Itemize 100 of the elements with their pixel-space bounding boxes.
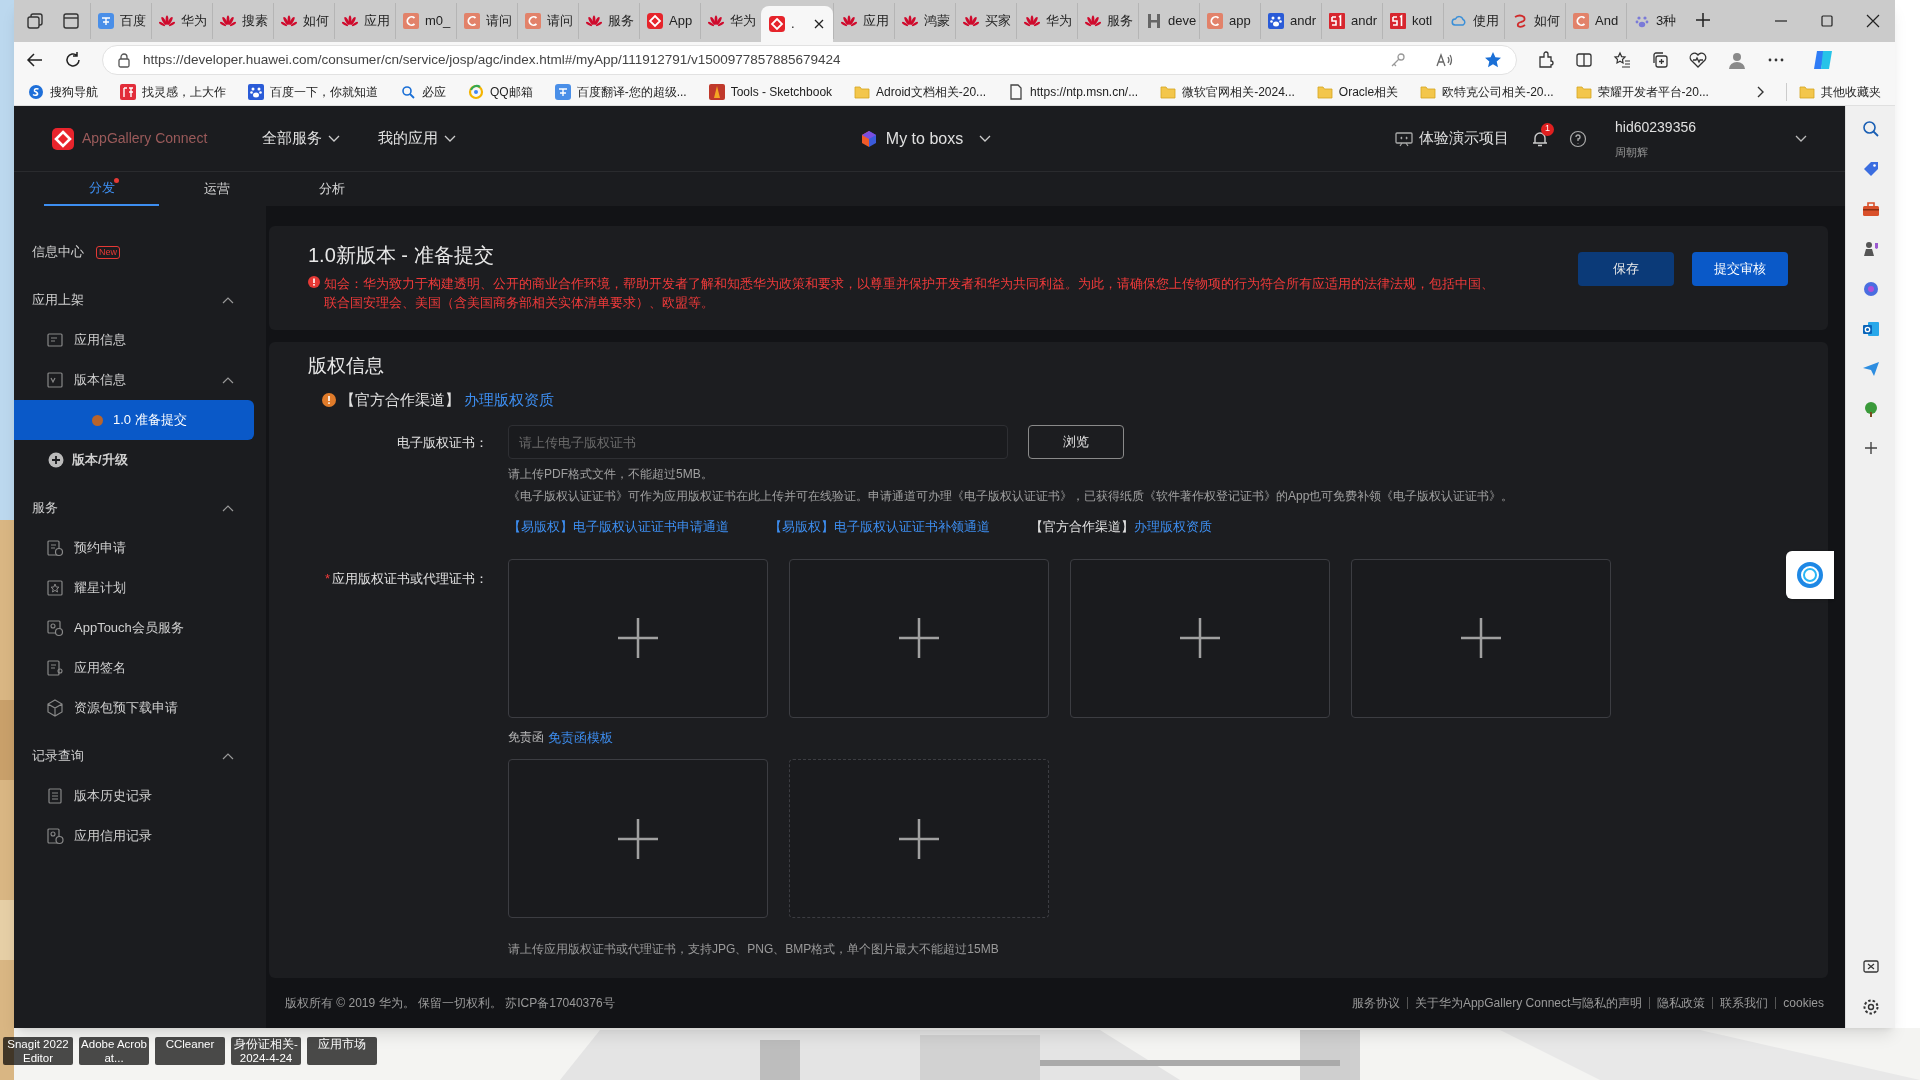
browser-tab[interactable]: andr bbox=[1260, 3, 1321, 39]
demo-project-button[interactable]: 体验演示项目 bbox=[1395, 127, 1509, 150]
browser-tab[interactable]: m0_ bbox=[395, 3, 456, 39]
browser-tab[interactable]: 请问 bbox=[517, 3, 578, 39]
chevron-up-icon[interactable] bbox=[222, 752, 234, 760]
save-button[interactable]: 保存 bbox=[1578, 252, 1674, 286]
outlook-icon[interactable] bbox=[1861, 320, 1880, 338]
browser-tab[interactable]: 鸿蒙 bbox=[894, 3, 955, 39]
desktop-icon-label[interactable]: Adobe Acrobat... bbox=[79, 1037, 149, 1065]
sidebar-item[interactable]: 应用签名 bbox=[14, 648, 254, 688]
add-icon[interactable] bbox=[1862, 440, 1879, 456]
send-icon[interactable] bbox=[1861, 360, 1880, 378]
browser-tab[interactable]: App bbox=[639, 3, 700, 39]
favorites-icon[interactable] bbox=[1613, 51, 1631, 69]
bookmark[interactable]: 百度一下，你就知道 bbox=[248, 82, 378, 101]
sidebar-item[interactable]: 信息中心 bbox=[32, 242, 84, 262]
browser-tab[interactable]: 华为 bbox=[1016, 3, 1077, 39]
channel-link[interactable]: 【易版权】电子版权认证证书补领通道 bbox=[769, 517, 990, 537]
bookmark[interactable]: 搜狗导航 bbox=[28, 82, 98, 101]
sidebar-item[interactable]: 版本信息 bbox=[74, 370, 126, 390]
footer-link[interactable]: 隐私政策 bbox=[1657, 994, 1706, 1012]
favorite-star-icon[interactable] bbox=[1484, 51, 1502, 69]
bookmark[interactable]: QQ邮箱 bbox=[468, 82, 533, 101]
extensions-icon[interactable] bbox=[1537, 51, 1555, 69]
chevron-right-icon[interactable] bbox=[1756, 85, 1764, 98]
sidebar-item[interactable]: AppTouch会员服务 bbox=[14, 608, 254, 648]
copilot-icon[interactable] bbox=[1811, 48, 1835, 72]
desktop-icon-label[interactable]: 应用市场 bbox=[307, 1037, 377, 1065]
sidebar-item[interactable]: 1.0 准备提交 bbox=[14, 400, 254, 440]
screenshot-icon[interactable] bbox=[1861, 958, 1880, 976]
qualification-link[interactable]: 办理版权资质 bbox=[464, 388, 554, 411]
bookmark[interactable]: https://ntp.msn.cn/... bbox=[1008, 82, 1139, 101]
menu-dropdown[interactable]: 我的应用 bbox=[378, 127, 456, 150]
template-link[interactable]: 免责函模板 bbox=[548, 727, 613, 747]
search-icon[interactable] bbox=[1861, 120, 1880, 138]
settings-icon[interactable] bbox=[1861, 998, 1880, 1016]
sidebar-item[interactable]: 应用信息 bbox=[14, 320, 254, 360]
browser-tab[interactable]: 3种 bbox=[1626, 3, 1687, 39]
sidebar-item[interactable]: 资源包预下载申请 bbox=[14, 688, 254, 728]
new-tab-icon[interactable] bbox=[1695, 12, 1711, 28]
desktop-icon-label[interactable]: CCleaner bbox=[155, 1037, 225, 1065]
footer-link[interactable]: cookies bbox=[1783, 994, 1824, 1012]
browser-tab[interactable]: 如何 bbox=[273, 3, 334, 39]
bookmark[interactable]: Adroid文档相关-20... bbox=[854, 82, 987, 101]
browser-tab[interactable]: deve bbox=[1138, 3, 1199, 39]
project-selector[interactable]: My to boxs bbox=[885, 126, 992, 151]
desktop-icon-label[interactable]: 身份证相关-2024-4-24 bbox=[231, 1037, 301, 1065]
browser-tab[interactable]: 服务 bbox=[578, 3, 639, 39]
browser-tab[interactable]: andr bbox=[1321, 3, 1382, 39]
browser-tab[interactable]: 服务 bbox=[1077, 3, 1138, 39]
bookmark[interactable]: Tools - Sketchbook bbox=[708, 82, 833, 101]
sidebar-item[interactable]: 预约申请 bbox=[14, 528, 254, 568]
chevron-up-icon[interactable] bbox=[222, 504, 234, 512]
browse-button[interactable]: 浏览 bbox=[1028, 425, 1124, 459]
help-icon[interactable] bbox=[1569, 129, 1587, 148]
browser-tab[interactable]: . bbox=[761, 6, 833, 42]
back-icon[interactable] bbox=[26, 51, 44, 69]
address-bar[interactable]: https://developer.huawei.com/consumer/cn/service/josp/agc/index.html#/myApp/111912791/v1500977857885679424 bbox=[102, 45, 1517, 75]
bookmark[interactable]: 微软官网相关-2024... bbox=[1160, 82, 1295, 101]
channel-link[interactable]: 【易版权】电子版权认证证书申请通道 bbox=[508, 517, 729, 537]
key-icon[interactable] bbox=[1390, 52, 1406, 68]
bookmark[interactable]: Oracle相关 bbox=[1316, 82, 1399, 101]
maximize-icon[interactable] bbox=[1819, 13, 1835, 29]
browser-tab[interactable]: And bbox=[1565, 3, 1626, 39]
browser-tab[interactable]: 如何 bbox=[1504, 3, 1565, 39]
toolbox-icon[interactable] bbox=[1861, 200, 1880, 218]
collections-icon[interactable] bbox=[1651, 51, 1669, 69]
chess-icon[interactable] bbox=[1861, 240, 1880, 258]
footer-link[interactable]: 服务协议 bbox=[1351, 994, 1400, 1012]
browser-tab[interactable]: 请问 bbox=[456, 3, 517, 39]
bookmark[interactable]: 百度翻译-您的超级... bbox=[554, 82, 687, 101]
copilot-app-icon[interactable] bbox=[1861, 280, 1880, 298]
close-icon[interactable] bbox=[1865, 13, 1881, 29]
split-screen-icon[interactable] bbox=[1575, 51, 1593, 69]
reload-icon[interactable] bbox=[64, 51, 82, 69]
sidebar-item[interactable]: 应用信用记录 bbox=[14, 816, 254, 856]
certificate-field[interactable]: 请上传电子版权证书 bbox=[508, 425, 1008, 459]
nav-tab[interactable]: 运营 bbox=[159, 172, 274, 206]
bookmark-folder[interactable]: 其他收藏夹 bbox=[1786, 82, 1881, 101]
notification-bell-icon[interactable] bbox=[1531, 129, 1549, 148]
menu-dropdown[interactable]: 全部服务 bbox=[262, 127, 340, 150]
chevron-up-icon[interactable] bbox=[222, 296, 234, 304]
browser-tab[interactable]: 搜素 bbox=[212, 3, 273, 39]
bookmark[interactable]: 荣耀开发者平台-20... bbox=[1575, 82, 1709, 101]
nav-tab[interactable]: 分析 bbox=[274, 172, 389, 206]
bookmark[interactable]: 找灵感，上大作 bbox=[120, 82, 226, 101]
browser-tab[interactable]: 应用 bbox=[833, 3, 894, 39]
add-version-item[interactable]: 版本/升级 bbox=[14, 440, 254, 480]
read-aloud-icon[interactable] bbox=[1436, 52, 1454, 68]
footer-link[interactable]: 联系我们 bbox=[1720, 994, 1769, 1012]
chevron-down-icon[interactable] bbox=[1795, 134, 1807, 143]
sidebar-item[interactable]: 耀星计划 bbox=[14, 568, 254, 608]
tab-actions-icon[interactable] bbox=[62, 12, 80, 30]
bookmark[interactable]: 必应 bbox=[400, 82, 446, 101]
sidebar-section-header[interactable]: 服务 bbox=[32, 498, 58, 518]
close-tab-icon[interactable] bbox=[813, 18, 825, 30]
browser-tab[interactable]: kotl bbox=[1382, 3, 1443, 39]
footer-link[interactable]: 关于华为AppGallery Connect与隐私的声明 bbox=[1414, 994, 1643, 1012]
browser-tab[interactable]: 应用 bbox=[334, 3, 395, 39]
desktop-icon-label[interactable]: Snagit 2022 Editor bbox=[3, 1037, 73, 1065]
